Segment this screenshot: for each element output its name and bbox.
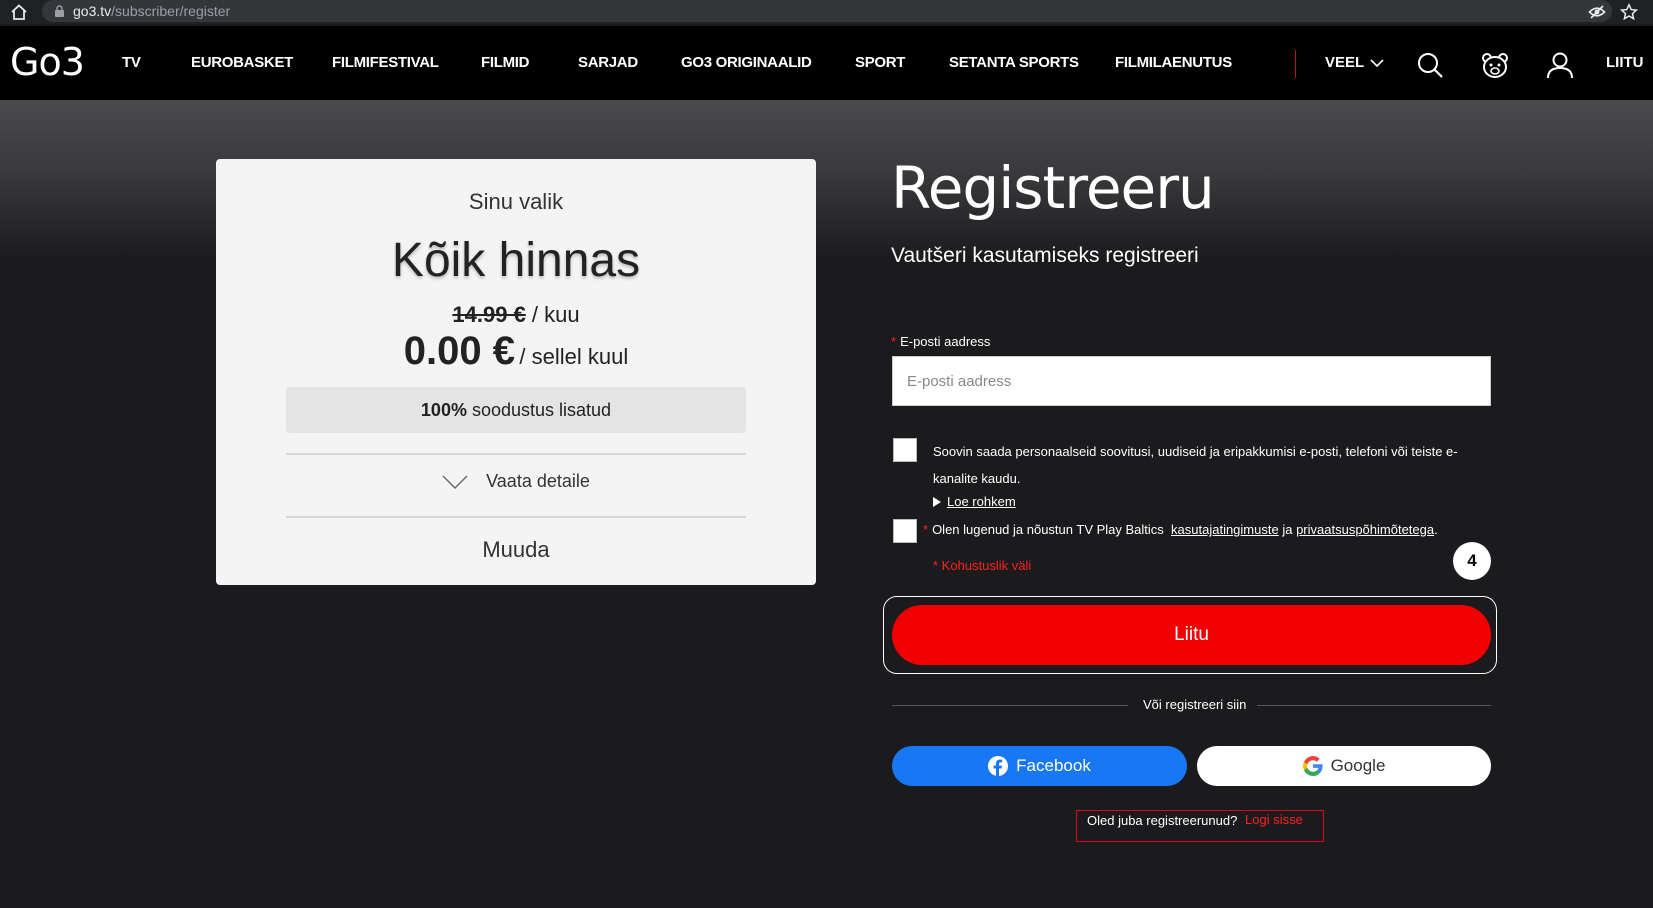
read-more-link: Loe rohkem bbox=[947, 494, 1016, 509]
terms-text: * Olen lugenud ja nõustun TV Play Baltics… bbox=[923, 522, 1438, 537]
already-registered-text: Oled juba registreerunud? bbox=[1087, 813, 1238, 828]
or-divider-left bbox=[892, 705, 1128, 706]
more-menu-label: VEEL bbox=[1325, 54, 1365, 71]
card-divider bbox=[286, 453, 746, 455]
plan-label: Sinu valik bbox=[468, 189, 564, 214]
new-price-period: / sellel kuul bbox=[519, 344, 629, 369]
bookmark-star-icon[interactable] bbox=[1620, 3, 1638, 21]
new-price-row: 0.00 € / sellel kuul bbox=[216, 329, 816, 374]
change-plan-link[interactable]: Muuda bbox=[216, 537, 816, 563]
login-link[interactable]: Logi sisse bbox=[1245, 812, 1303, 827]
plan-name: Kõik hinnas bbox=[391, 234, 641, 287]
page-subtitle: Vautšeri kasutamiseks registreeri bbox=[891, 244, 1199, 267]
facebook-label: Facebook bbox=[1016, 756, 1091, 775]
search-icon[interactable] bbox=[1415, 50, 1445, 80]
nav-item-go3-originaalid[interactable]: GO3 ORIGINAALID bbox=[681, 54, 812, 71]
old-price-row: 14.99 € / kuu bbox=[216, 302, 816, 328]
kids-bear-icon[interactable] bbox=[1480, 50, 1510, 80]
email-field[interactable] bbox=[892, 356, 1491, 406]
triangle-right-icon bbox=[933, 496, 941, 507]
read-more-toggle[interactable]: Loe rohkem bbox=[933, 494, 1016, 509]
discount-badge: 100% soodustus lisatud bbox=[286, 387, 746, 433]
terms-suffix: . bbox=[1434, 522, 1438, 537]
marketing-consent-text: Soovin saada personaalseid soovitusi, uu… bbox=[933, 444, 1458, 486]
card-divider bbox=[286, 516, 746, 518]
google-login-button[interactable]: Google bbox=[1197, 746, 1491, 786]
address-bar[interactable]: go3.tv/subscriber/register bbox=[42, 0, 1612, 22]
eye-off-icon[interactable] bbox=[1588, 3, 1606, 21]
discount-percent: 100% bbox=[420, 400, 467, 420]
google-icon bbox=[1302, 756, 1323, 776]
facebook-login-button[interactable]: Facebook bbox=[892, 746, 1187, 786]
terms-link[interactable]: kasutajatingimuste bbox=[1171, 522, 1279, 537]
view-details-toggle[interactable]: Vaata detaile bbox=[216, 471, 816, 492]
facebook-icon bbox=[988, 756, 1009, 776]
site-nav: Go3 TV EUROBASKET FILMIFESTIVAL FILMID S… bbox=[0, 26, 1653, 100]
nav-join-link[interactable]: LIITU bbox=[1606, 54, 1644, 71]
email-label-text: E-posti aadress bbox=[900, 334, 991, 349]
page-title: Registreeru bbox=[891, 154, 1215, 222]
chevron-down-icon bbox=[1370, 58, 1384, 67]
more-menu-button[interactable]: VEEL bbox=[1325, 54, 1384, 71]
new-price: 0.00 € bbox=[403, 329, 515, 373]
or-register-text: Või registreeri siin bbox=[1143, 697, 1247, 712]
nav-item-filmifestival[interactable]: FILMIFESTIVAL bbox=[332, 54, 439, 71]
privacy-link[interactable]: privaatsuspõhimõtetega bbox=[1296, 522, 1434, 537]
step-badge: 4 bbox=[1453, 542, 1491, 580]
terms-checkbox[interactable] bbox=[893, 519, 917, 543]
nav-divider bbox=[1295, 50, 1296, 78]
email-label: * E-posti aadress bbox=[891, 334, 991, 349]
old-price-period: / kuu bbox=[531, 302, 580, 327]
or-divider-right bbox=[1257, 705, 1491, 706]
nav-item-filmid[interactable]: FILMID bbox=[481, 54, 530, 71]
nav-item-eurobasket[interactable]: EUROBASKET bbox=[191, 54, 293, 71]
nav-item-sport[interactable]: SPORT bbox=[855, 54, 905, 71]
browser-toolbar: go3.tv/subscriber/register bbox=[0, 0, 1653, 24]
terms-prefix: Olen lugenud ja nõustun TV Play Baltics bbox=[932, 522, 1164, 537]
view-details-label: Vaata detaile bbox=[486, 471, 590, 491]
nav-item-tv[interactable]: TV bbox=[122, 54, 141, 71]
home-icon[interactable] bbox=[10, 3, 28, 21]
logo-text: Go3 bbox=[10, 40, 85, 84]
google-label: Google bbox=[1330, 756, 1386, 775]
nav-item-filmilaenutus[interactable]: FILMILAENUTUS bbox=[1115, 54, 1232, 71]
chevron-down-icon bbox=[442, 475, 468, 489]
url-path: /subscriber/register bbox=[111, 3, 231, 19]
nav-item-sarjad[interactable]: SARJAD bbox=[578, 54, 638, 71]
plan-card: Sinu valik Kõik hinnas 14.99 € / kuu 0.0… bbox=[216, 159, 816, 585]
url-host: go3.tv bbox=[73, 3, 112, 19]
user-icon[interactable] bbox=[1545, 50, 1575, 80]
nav-item-setanta-sports[interactable]: SETANTA SPORTS bbox=[949, 54, 1079, 71]
join-submit-button[interactable]: Liitu bbox=[892, 605, 1491, 665]
go3-logo[interactable]: Go3 bbox=[10, 40, 85, 84]
discount-text: soodustus lisatud bbox=[471, 400, 612, 420]
marketing-consent-checkbox[interactable] bbox=[893, 438, 917, 462]
lock-icon[interactable] bbox=[54, 5, 65, 17]
old-price: 14.99 € bbox=[452, 302, 526, 327]
terms-and: ja bbox=[1282, 522, 1293, 537]
required-field-note: * Kohustuslik väli bbox=[933, 558, 1032, 573]
